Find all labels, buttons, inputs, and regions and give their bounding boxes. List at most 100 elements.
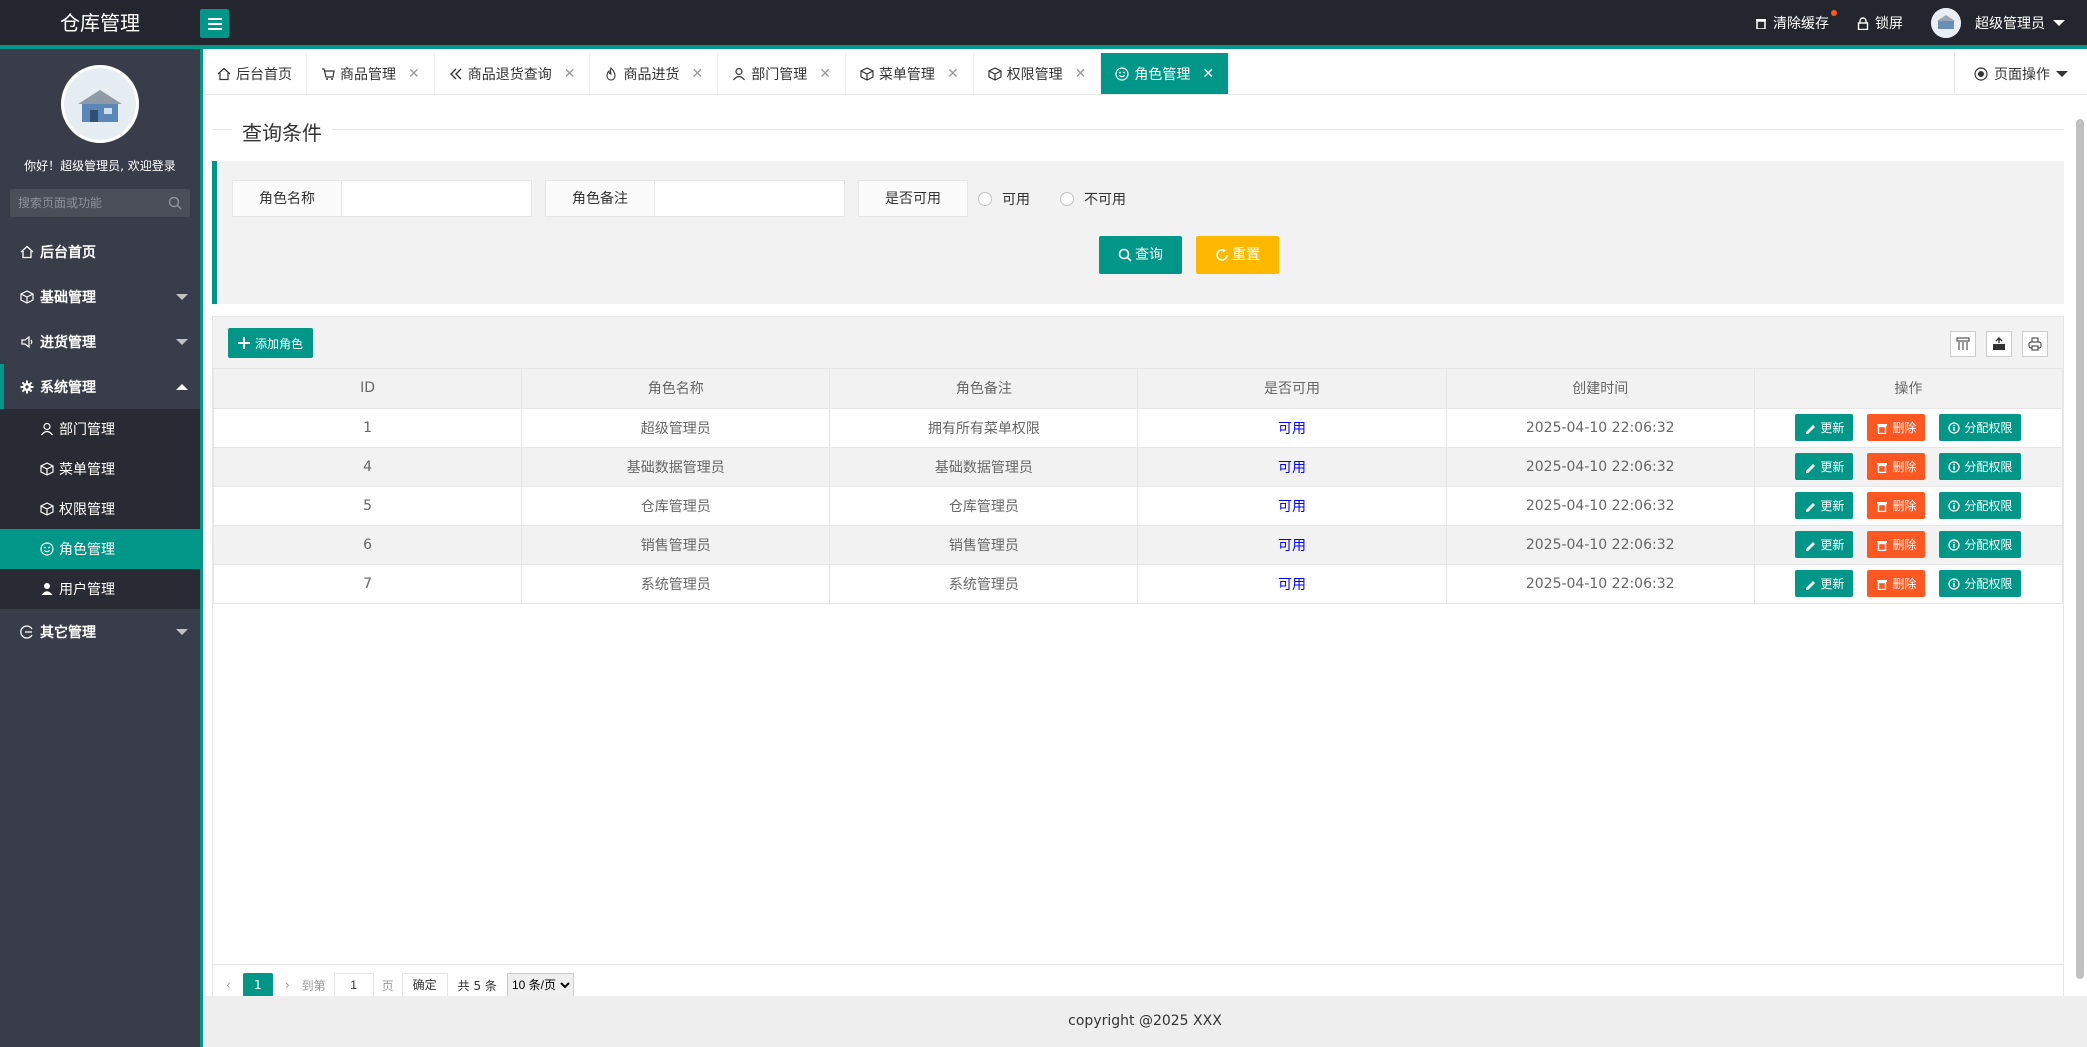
tab-label: 菜单管理 xyxy=(878,66,935,83)
radio-unavailable[interactable]: 不可用 xyxy=(1060,180,1126,217)
sidebar-item-purchase[interactable]: 进货管理 xyxy=(0,319,200,364)
page-operations-dropdown[interactable]: 页面操作 xyxy=(1954,53,2087,94)
goto-page-input[interactable] xyxy=(333,973,374,997)
cell-role-name: 销售管理员 xyxy=(521,524,831,565)
sidebar-item-basic[interactable]: 基础管理 xyxy=(0,274,200,319)
sidebar-item-user[interactable]: 用户管理 xyxy=(0,569,200,609)
tab-dashboard[interactable]: 后台首页 xyxy=(203,53,307,94)
sidebar-item-dashboard[interactable]: 后台首页 xyxy=(0,229,200,274)
table-row[interactable]: 7 系统管理员 系统管理员 可用 2025-04-10 22:06:32 更新 删除 分配权限 xyxy=(212,563,2064,604)
delete-label: 删除 xyxy=(1892,538,1917,552)
update-button[interactable]: 更新 xyxy=(1795,570,1854,597)
columns-filter-button[interactable] xyxy=(1950,331,1976,357)
goto-confirm-button[interactable]: 确定 xyxy=(401,973,448,997)
sidebar-item-label: 部门管理 xyxy=(59,422,115,438)
radio-available-label: 可用 xyxy=(1002,191,1030,208)
assign-permission-button[interactable]: 分配权限 xyxy=(1939,492,2022,519)
update-button[interactable]: 更新 xyxy=(1795,492,1854,519)
role-remark-input[interactable] xyxy=(655,180,845,217)
column-header[interactable]: 创建时间 xyxy=(1445,369,1755,409)
sidebar-item-menu[interactable]: 菜单管理 xyxy=(0,449,200,489)
available-field: 是否可用 可用 不可用 xyxy=(858,180,1146,217)
cell-role-remark: 拥有所有菜单权限 xyxy=(829,407,1139,448)
column-header[interactable]: 角色备注 xyxy=(829,369,1139,409)
update-button[interactable]: 更新 xyxy=(1795,453,1854,480)
tab-permission[interactable]: 权限管理 ✕ xyxy=(974,53,1102,94)
close-icon[interactable]: ✕ xyxy=(1075,66,1087,82)
delete-button[interactable]: 删除 xyxy=(1867,531,1926,558)
close-icon[interactable]: ✕ xyxy=(947,66,959,82)
close-icon[interactable]: ✕ xyxy=(691,66,703,82)
table-row[interactable]: 1 超级管理员 拥有所有菜单权限 可用 2025-04-10 22:06:32 更新 删除 分… xyxy=(212,407,2064,448)
tab-menu[interactable]: 菜单管理 ✕ xyxy=(846,53,974,94)
cell-created-time: 2025-04-10 22:06:32 xyxy=(1445,524,1755,565)
reset-button[interactable]: 重置 xyxy=(1196,236,1279,274)
print-icon xyxy=(2028,337,2042,351)
sidebar-item-other[interactable]: 其它管理 xyxy=(0,609,200,654)
lock-screen-button[interactable]: 锁屏 xyxy=(1857,13,1903,33)
tab-return-query[interactable]: 商品退货查询 ✕ xyxy=(435,53,591,94)
chevron-down-icon xyxy=(176,294,188,300)
add-role-button[interactable]: 添加角色 xyxy=(228,328,314,358)
trash-icon xyxy=(1877,423,1888,434)
sidebar-item-label: 用户管理 xyxy=(59,582,115,598)
table-row[interactable]: 4 基础数据管理员 基础数据管理员 可用 2025-04-10 22:06:32 更新 删除… xyxy=(212,446,2064,487)
clear-cache-button[interactable]: 清除缓存 xyxy=(1755,10,1837,33)
radio-available[interactable]: 可用 xyxy=(978,180,1030,217)
delete-label: 删除 xyxy=(1892,421,1917,435)
update-button[interactable]: 更新 xyxy=(1795,414,1854,441)
page-1-button[interactable]: 1 xyxy=(242,973,273,997)
close-icon[interactable]: ✕ xyxy=(819,66,831,82)
cell-created-time: 2025-04-10 22:06:32 xyxy=(1445,407,1755,448)
assign-permission-button[interactable]: 分配权限 xyxy=(1939,453,2022,480)
table-row[interactable]: 5 仓库管理员 仓库管理员 可用 2025-04-10 22:06:32 更新 删除 分配权限 xyxy=(212,485,2064,526)
vertical-scrollbar[interactable] xyxy=(2073,103,2087,996)
radio-unavailable-label: 不可用 xyxy=(1084,191,1126,208)
smile-icon xyxy=(40,542,54,556)
search-icon[interactable] xyxy=(168,196,182,210)
delete-button[interactable]: 删除 xyxy=(1867,492,1926,519)
close-icon[interactable]: ✕ xyxy=(408,66,420,82)
main-area: 后台首页 商品管理 ✕ 商品退货查询 ✕ 商品进货 ✕ 部门管理 ✕ 菜单管理 … xyxy=(200,49,2087,1047)
search-button[interactable]: 查询 xyxy=(1099,236,1182,274)
sidebar-item-system[interactable]: 系统管理 xyxy=(0,364,200,409)
assign-permission-button[interactable]: 分配权限 xyxy=(1939,570,2022,597)
sidebar-item-role[interactable]: 角色管理 xyxy=(0,529,200,569)
column-header[interactable]: 操作 xyxy=(1753,369,2064,409)
trash-icon xyxy=(1877,579,1888,590)
table-row[interactable]: 6 销售管理员 销售管理员 可用 2025-04-10 22:06:32 更新 删除 分配权限 xyxy=(212,524,2064,565)
sidebar-item-dept[interactable]: 部门管理 xyxy=(0,409,200,449)
scrollbar-thumb[interactable] xyxy=(2076,119,2084,979)
reset-button-label: 重置 xyxy=(1232,247,1260,263)
tab-role[interactable]: 角色管理 ✕ xyxy=(1101,53,1230,94)
query-section-header: 查询条件 xyxy=(212,117,2064,146)
prev-page-icon[interactable]: ‹ xyxy=(226,978,231,992)
next-page-icon[interactable]: › xyxy=(285,978,290,992)
column-header[interactable]: 是否可用 xyxy=(1137,369,1447,409)
cell-available: 可用 xyxy=(1137,485,1447,526)
tab-goods[interactable]: 商品管理 ✕ xyxy=(307,53,435,94)
page-size-select[interactable]: 10 条/页 xyxy=(506,973,574,997)
cube-icon xyxy=(860,66,874,81)
tab-dept[interactable]: 部门管理 ✕ xyxy=(718,53,846,94)
close-icon[interactable]: ✕ xyxy=(564,66,576,82)
cell-created-time: 2025-04-10 22:06:32 xyxy=(1445,563,1755,604)
assign-permission-button[interactable]: 分配权限 xyxy=(1939,414,2022,441)
column-header[interactable]: ID xyxy=(212,369,523,409)
role-name-input[interactable] xyxy=(342,180,532,217)
sidebar-item-label: 基础管理 xyxy=(40,289,96,306)
delete-button[interactable]: 删除 xyxy=(1867,414,1926,441)
close-icon[interactable]: ✕ xyxy=(1202,66,1214,82)
delete-button[interactable]: 删除 xyxy=(1867,570,1926,597)
assign-permission-button[interactable]: 分配权限 xyxy=(1939,531,2022,558)
tab-goods-in[interactable]: 商品进货 ✕ xyxy=(590,53,719,94)
delete-button[interactable]: 删除 xyxy=(1867,453,1926,480)
update-button[interactable]: 更新 xyxy=(1795,531,1854,558)
column-header[interactable]: 角色名称 xyxy=(521,369,831,409)
menu-toggle-button[interactable] xyxy=(200,9,229,38)
export-button[interactable] xyxy=(1986,331,2012,357)
sidebar-search-input[interactable] xyxy=(10,189,160,217)
sidebar-item-permission[interactable]: 权限管理 xyxy=(0,489,200,529)
print-button[interactable] xyxy=(2022,331,2048,357)
user-menu[interactable]: 超级管理员 xyxy=(1931,8,2065,38)
